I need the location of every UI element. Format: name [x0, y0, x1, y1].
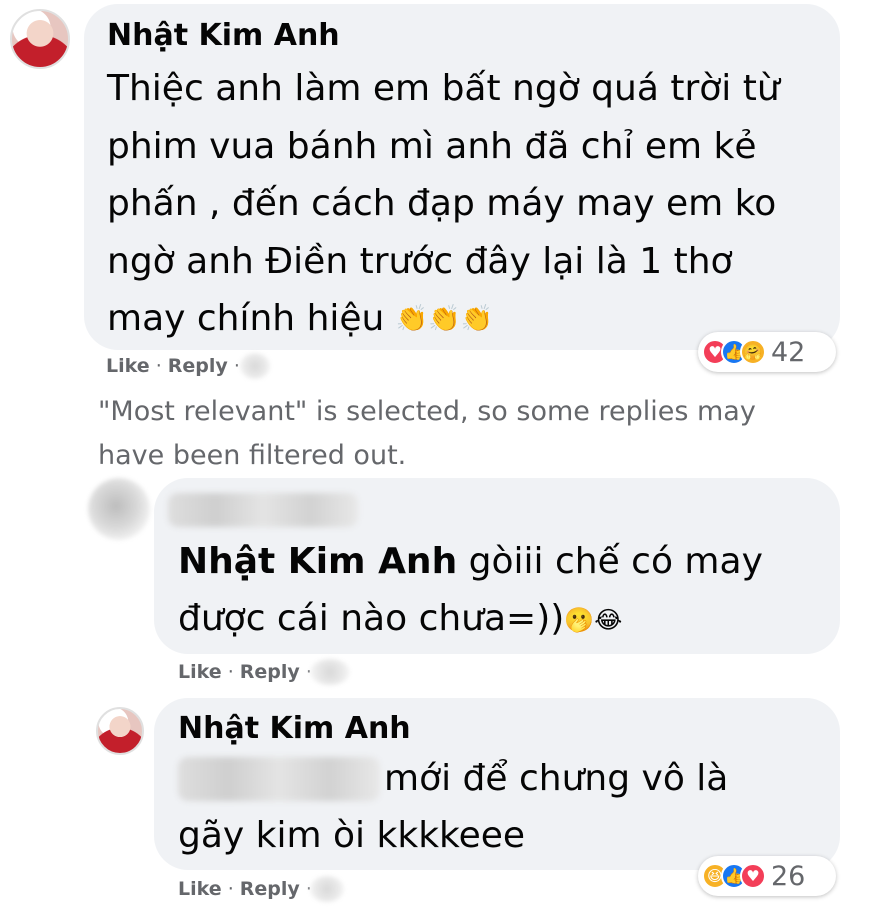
filter-notice: "Most relevant" is selected, so some rep… — [98, 390, 756, 478]
reaction-summary[interactable]: 😆 👍 ♥ 26 — [698, 856, 836, 896]
reply-link[interactable]: Reply — [240, 661, 300, 683]
separator-dot: · — [227, 661, 240, 683]
avatar[interactable] — [96, 707, 144, 755]
reaction-count: 42 — [771, 336, 806, 368]
love-icon: ♥ — [740, 863, 766, 889]
reply-text: mới để chưng vô là — [384, 750, 728, 807]
like-link[interactable]: Like — [178, 661, 222, 683]
filter-notice-line: "Most relevant" is selected, so some rep… — [98, 396, 756, 427]
reply-line-text: gòiii chế có may — [457, 541, 763, 582]
timestamp-blurred — [310, 659, 350, 685]
reply-line-text: mới để chưng vô là — [384, 758, 729, 799]
care-icon: 🤗 — [740, 339, 766, 365]
clapping-hands-emoji: 👏👏👏 — [395, 304, 493, 335]
comment-author[interactable]: Nhật Kim Anh — [107, 18, 340, 53]
comment-line: phim vua bánh mì anh đã chỉ em kẻ — [107, 125, 757, 167]
reply-link[interactable]: Reply — [240, 878, 300, 900]
reply-line: Nhật Kim Anh gòiii chế có may — [178, 533, 763, 590]
reply-link[interactable]: Reply — [168, 355, 228, 377]
comment-line: Thiệc anh làm em bất ngờ quá trời từ — [107, 68, 780, 109]
reaction-count: 26 — [771, 860, 806, 892]
timestamp-blurred — [240, 353, 270, 379]
filter-notice-line: have been filtered out. — [98, 440, 407, 471]
reply-line: gãy kim òi kkkkeee — [178, 815, 526, 856]
separator-dot: · — [227, 878, 240, 900]
comment-line: phấn , đến cách đạp máy may em ko — [107, 183, 777, 224]
comment-line: may chính hiệu 👏👏👏 — [107, 290, 780, 349]
like-link[interactable]: Like — [106, 355, 150, 377]
mention-tag[interactable]: Nhật Kim Anh — [178, 541, 457, 582]
reaction-summary[interactable]: ♥ 👍 🤗 42 — [698, 332, 836, 372]
reply-author[interactable]: Nhật Kim Anh — [178, 711, 411, 746]
avatar[interactable] — [10, 9, 70, 69]
separator-dot: · — [155, 355, 168, 377]
laughing-emoji: 🫢😂 — [564, 605, 623, 634]
comment-text: Thiệc anh làm em bất ngờ quá trời từ phi… — [107, 60, 780, 349]
reply-actions: Like · Reply · — [178, 661, 312, 683]
timestamp-blurred — [310, 876, 344, 902]
like-link[interactable]: Like — [178, 878, 222, 900]
reply-line: được cái nào chưa=))🫢😂 — [178, 590, 763, 649]
blurred-author-name[interactable] — [168, 493, 358, 527]
comment-line-text: may chính hiệu — [107, 298, 385, 339]
reply-actions: Like · Reply · — [178, 878, 312, 900]
reply-line-text: được cái nào chưa=)) — [178, 598, 565, 639]
comment-actions: Like · Reply · — [106, 355, 240, 377]
blurred-mention — [178, 757, 380, 801]
comment-line: ngờ anh Điền trước đây lại là 1 thơ — [107, 240, 733, 282]
reply-text: Nhật Kim Anh gòiii chế có may được cái n… — [178, 533, 763, 649]
separator-dot: · — [233, 355, 240, 377]
avatar[interactable] — [88, 478, 150, 540]
